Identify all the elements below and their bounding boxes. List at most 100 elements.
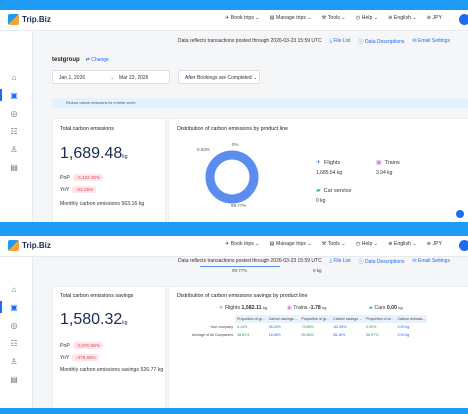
scrolled-kg-label: 0 kg <box>313 268 322 273</box>
plane-icon: ✈ <box>316 160 322 166</box>
legend-cars: ▰ Cars 0.00 kg <box>369 305 403 311</box>
table-header-cell: Proportion of al... <box>364 315 396 323</box>
card-title: Distribution of carbon emissions by prod… <box>177 126 288 132</box>
menu-currency[interactable]: ⊜ JPY <box>427 15 442 21</box>
menu-book-trips[interactable]: ✈ Book trips ⌄ <box>225 15 260 21</box>
total-savings-card: Total carbon emissions savings 1,580.32k… <box>52 286 166 408</box>
pop-row: PoP ↑5,970.66% <box>60 342 104 349</box>
pct-left-label: 0.03% <box>197 147 210 152</box>
change-company-link[interactable]: ⇄ Change <box>86 57 109 63</box>
donut-chart: 0.03% 0% 99.77% <box>197 143 259 208</box>
data-notice-bar: Data reflects transactions posted throug… <box>178 38 450 45</box>
donut-ring <box>205 150 259 204</box>
yoy-row: YoY ↑378.65% <box>60 354 99 361</box>
table-header: Proportion of gr... Carbon savings ... P… <box>171 315 428 323</box>
menu-help[interactable]: ◷ Help ⌄ <box>356 241 378 247</box>
user-avatar[interactable] <box>459 240 468 251</box>
shield-icon[interactable]: ◎ <box>9 321 19 331</box>
receipt-icon[interactable]: ☷ <box>9 127 19 137</box>
help-fab[interactable] <box>456 210 464 218</box>
top-nav: Trip.Biz ✈ Book trips ⌄ ▤ Manage trips ⌄… <box>0 236 468 257</box>
email-settings-link[interactable]: ✉ Email Settings <box>412 38 450 45</box>
pct-top-label: 0% <box>232 143 239 147</box>
menu-bar: ✈ Book trips ⌄ ▤ Manage trips ⌄ ⚒ Tools … <box>225 241 442 247</box>
user-avatar[interactable] <box>459 14 468 25</box>
company-name: testgroup ⇄ Change <box>52 57 109 63</box>
logo-icon <box>8 14 19 25</box>
briefcase-icon[interactable]: ▣ <box>9 91 19 101</box>
savings-distribution-card: Distribution of carbon emissions savings… <box>168 286 468 408</box>
legend-trains: ▣ Trains 3.94 kg <box>376 160 400 176</box>
emissions-distribution-card: Distribution of carbon emissions by prod… <box>168 118 468 222</box>
sidebar: ⌂ ▣ ◎ ☷ ♙ ▤ <box>0 31 33 222</box>
arrow-icon: → <box>109 75 114 81</box>
yoy-badge: ↑23.25% <box>72 186 97 193</box>
table-header-cell: Carbon savings ... <box>266 315 300 323</box>
yoy-row: YoY ↑23.25% <box>60 186 97 193</box>
legend-flights: ✈ Flights 1,582.11 kg <box>219 305 268 311</box>
yoy-badge: ↑378.65% <box>72 354 99 361</box>
menu-bar: ✈ Book trips ⌄ ▤ Manage trips ⌄ ⚒ Tools … <box>225 15 442 21</box>
table-cell: 73.65% <box>301 325 314 329</box>
logo-text: Trip.Biz <box>22 241 51 250</box>
data-descriptions-link[interactable]: ⓘ Data Descriptions <box>359 38 405 45</box>
legend-trains: ▣ Trains -1.78 kg <box>287 305 327 311</box>
menu-language[interactable]: ⊕ English ⌄ <box>388 241 417 247</box>
table-row: Your company 6.14% 98.42% 73.65% -82.58%… <box>171 323 427 331</box>
table-cell: 0.00% <box>366 325 377 329</box>
menu-currency[interactable]: ⊜ JPY <box>427 241 442 247</box>
table-cell: 0.00 kg <box>397 325 410 329</box>
dashboard-scrolled: Trip.Biz ✈ Book trips ⌄ ▤ Manage trips ⌄… <box>0 236 468 408</box>
total-emissions-value: 1,689.48kg <box>60 145 128 162</box>
header-spacer <box>171 315 235 323</box>
pct-bottom-label: 99.77% <box>231 203 246 208</box>
total-savings-value: 1,580.32kg <box>60 311 128 328</box>
legend-car: ▰ Car service 0 kg <box>316 188 352 204</box>
briefcase-icon[interactable]: ▣ <box>9 303 19 313</box>
receipt-icon[interactable]: ☷ <box>9 339 19 349</box>
data-notice-bar: Data reflects transactions posted throug… <box>178 258 450 265</box>
sidebar: ⌂ ▣ ◎ ☷ ♙ ▤ <box>0 257 33 408</box>
pop-badge: ↑3,122.39% <box>72 174 104 181</box>
file-list-link[interactable]: ⤓ File List <box>330 258 351 265</box>
report-icon[interactable]: ▤ <box>9 375 19 385</box>
file-list-link[interactable]: ⤓ File List <box>330 38 351 45</box>
logo[interactable]: Trip.Biz <box>8 14 51 25</box>
report-icon[interactable]: ▤ <box>9 163 19 173</box>
monthly-emissions: Monthly carbon emissions 563.16 kg <box>60 201 145 207</box>
pop-badge: ↑5,970.66% <box>72 342 104 349</box>
home-icon[interactable]: ⌂ <box>9 285 19 295</box>
shield-icon[interactable]: ◎ <box>9 109 19 119</box>
menu-tools[interactable]: ⚒ Tools ⌄ <box>322 241 346 247</box>
legend-flights: ✈ Flights 1,685.54 kg <box>316 160 343 176</box>
menu-manage-trips[interactable]: ▤ Manage trips ⌄ <box>270 241 312 247</box>
train-icon: ▣ <box>376 160 382 166</box>
user-icon[interactable]: ♙ <box>9 357 19 367</box>
booking-status-select[interactable]: After Bookings are Completed ⌄ <box>178 70 260 84</box>
sidebar-active-marker <box>0 89 2 101</box>
date-range-picker[interactable]: Jan 1, 2026 → Mar 23, 2026 <box>52 70 170 84</box>
table-header-cell: Carbon savings ... <box>331 315 365 323</box>
row-label: Average of All Companies <box>191 333 233 337</box>
comparison-table: Proportion of gr... Carbon savings ... P… <box>171 315 428 339</box>
logo-icon <box>8 240 19 251</box>
menu-tools[interactable]: ⚒ Tools ⌄ <box>322 15 346 21</box>
pop-row: PoP ↑3,122.39% <box>60 174 104 181</box>
sidebar-active-marker <box>0 301 2 313</box>
menu-manage-trips[interactable]: ▤ Manage trips ⌄ <box>270 15 312 21</box>
table-cell: 98.42% <box>268 325 281 329</box>
card-title: Distribution of carbon emissions savings… <box>177 293 308 299</box>
row-label: Your company <box>210 325 233 329</box>
data-descriptions-link[interactable]: ⓘ Data Descriptions <box>359 258 405 265</box>
home-icon[interactable]: ⌂ <box>9 73 19 83</box>
menu-help[interactable]: ◷ Help ⌄ <box>356 15 378 21</box>
table-cell: 55.58% <box>301 333 314 337</box>
carbon-banner: Reduce carbon emissions for a better wor… <box>52 98 468 108</box>
email-settings-link[interactable]: ✉ Email Settings <box>412 258 450 265</box>
total-emissions-card: Total carbon emissions 1,689.48kg PoP ↑3,… <box>52 118 166 222</box>
menu-book-trips[interactable]: ✈ Book trips ⌄ <box>225 241 260 247</box>
logo[interactable]: Trip.Biz <box>8 240 51 251</box>
menu-language[interactable]: ⊕ English ⌄ <box>388 15 417 21</box>
user-icon[interactable]: ♙ <box>9 145 19 155</box>
end-date: Mar 23, 2026 <box>119 75 149 81</box>
